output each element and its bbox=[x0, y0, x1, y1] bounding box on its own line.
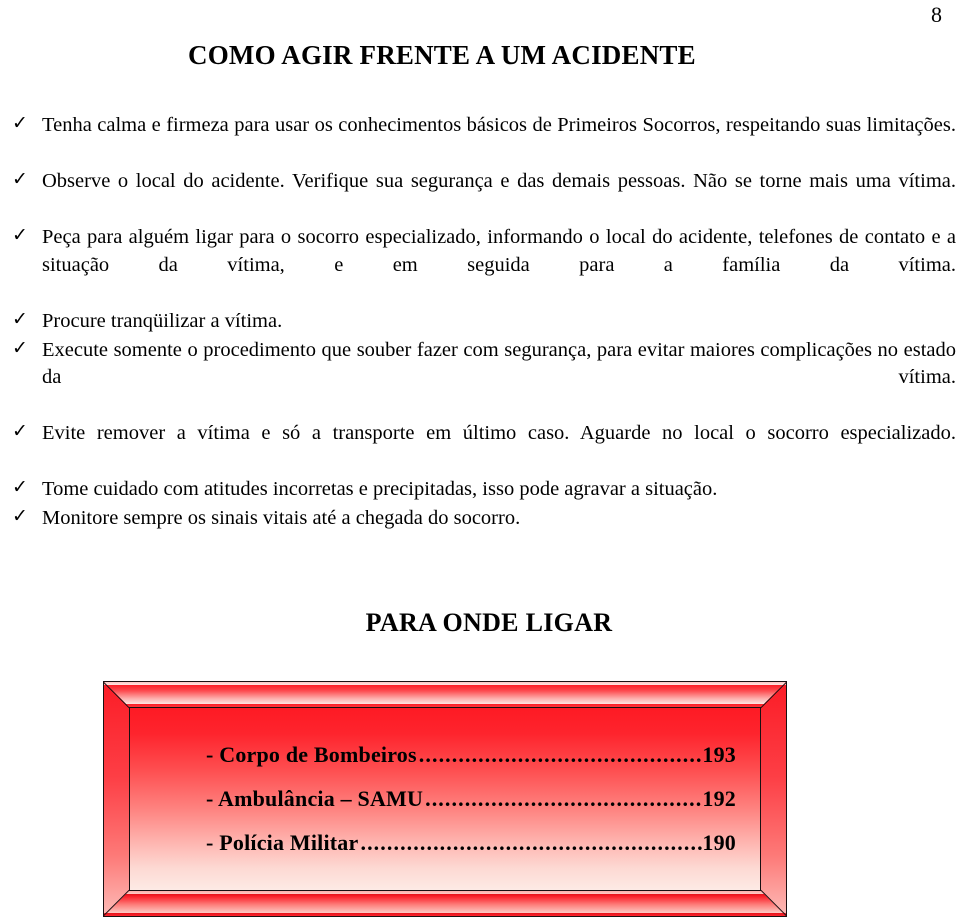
dot-leader: ........................................… bbox=[418, 744, 703, 766]
checklist-item-text: Procure tranqüilizar a vítima. bbox=[42, 309, 283, 332]
checklist-item: ✓ Monitore sempre os sinais vitais até a … bbox=[6, 505, 956, 533]
page-number: 8 bbox=[931, 2, 942, 27]
checkmark-icon: ✓ bbox=[12, 336, 28, 359]
checkmark-icon: ✓ bbox=[12, 224, 28, 247]
emergency-phone-number: 192 bbox=[702, 786, 736, 811]
checklist-item: ✓ Procure tranqüilizar a vítima. bbox=[6, 308, 956, 336]
instructions-checklist: ✓ Tenha calma e firmeza para usar os conh… bbox=[6, 112, 956, 533]
checklist-item-text: Tenha calma e firmeza para usar os conhe… bbox=[42, 114, 956, 136]
checkmark-icon: ✓ bbox=[12, 307, 28, 330]
emergency-number-row: - Ambulância – SAMU.....................… bbox=[206, 788, 736, 810]
checklist-item-text: Observe o local do acidente. Verifique s… bbox=[42, 170, 956, 193]
document-page: 8 COMO AGIR FRENTE A UM ACIDENTE ✓ Tenha … bbox=[0, 0, 960, 917]
emergency-service-name: - Polícia Militar bbox=[206, 830, 359, 855]
checklist-item: ✓ Observe o local do acidente. Verifique … bbox=[6, 168, 956, 223]
emergency-service-name: - Ambulância – SAMU bbox=[206, 786, 424, 811]
checklist-item: ✓ Tenha calma e firmeza para usar os conh… bbox=[6, 112, 956, 167]
bevel-face-left bbox=[104, 682, 129, 916]
dot-leader: ........................................… bbox=[425, 788, 703, 810]
checklist-item-text: Evite remover a vítima e só a transporte… bbox=[42, 422, 956, 445]
emergency-service-name: - Corpo de Bombeiros bbox=[206, 742, 417, 767]
checklist-item-text: Execute somente o procedimento que soube… bbox=[42, 338, 956, 389]
section-heading-para-onde-ligar: PARA ONDE LIGAR bbox=[365, 607, 613, 637]
emergency-numbers-list: - Corpo de Bombeiros....................… bbox=[130, 744, 760, 854]
dot-leader: ........................................… bbox=[360, 832, 703, 854]
checklist-item: ✓ Evite remover a vítima e só a transport… bbox=[6, 420, 956, 475]
emergency-phone-number: 190 bbox=[702, 830, 736, 855]
box-bevel-frame: - Corpo de Bombeiros....................… bbox=[103, 681, 787, 917]
checkmark-icon: ✓ bbox=[12, 168, 28, 191]
checklist-item-text: Peça para alguém ligar para o socorro es… bbox=[42, 226, 956, 276]
checkmark-icon: ✓ bbox=[12, 420, 28, 443]
checklist-item: ✓ Execute somente o procedimento que soub… bbox=[6, 337, 956, 420]
checkmark-icon: ✓ bbox=[12, 504, 28, 527]
checklist-item-text: Tome cuidado com atitudes incorretas e p… bbox=[42, 478, 718, 501]
emergency-phone-number: 193 bbox=[702, 742, 736, 767]
bevel-face-right bbox=[761, 682, 786, 916]
emergency-number-row: - Polícia Militar.......................… bbox=[206, 832, 736, 854]
bevel-face-bottom bbox=[104, 891, 786, 916]
emergency-numbers-box: - Corpo de Bombeiros....................… bbox=[103, 681, 787, 917]
checklist-item: ✓ Tome cuidado com atitudes incorretas e … bbox=[6, 476, 956, 504]
checkmark-icon: ✓ bbox=[12, 112, 28, 134]
page-title: COMO AGIR FRENTE A UM ACIDENTE bbox=[188, 40, 696, 71]
emergency-number-row: - Corpo de Bombeiros....................… bbox=[206, 744, 736, 766]
checkmark-icon: ✓ bbox=[12, 476, 28, 499]
emergency-numbers-panel: - Corpo de Bombeiros....................… bbox=[129, 707, 761, 891]
bevel-face-top bbox=[104, 682, 786, 707]
checklist-item: ✓ Peça para alguém ligar para o socorro e… bbox=[6, 224, 956, 307]
checklist-item-text: Monitore sempre os sinais vitais até a c… bbox=[42, 506, 521, 529]
